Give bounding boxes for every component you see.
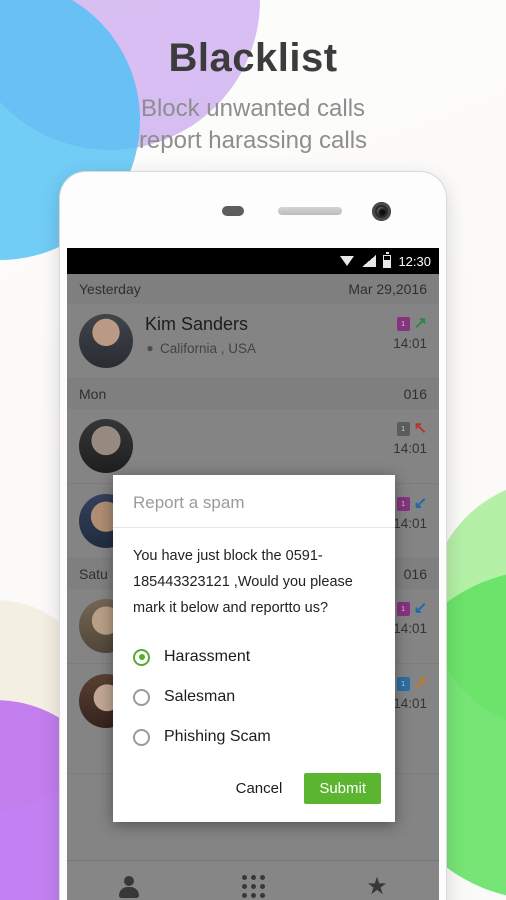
- promo-subtitle-line1: Block unwanted calls: [140, 95, 366, 122]
- proximity-sensor-icon: [222, 206, 244, 216]
- submit-button[interactable]: Submit: [304, 773, 381, 805]
- dialog-actions: Cancel Submit: [113, 763, 395, 822]
- phone-screen: 12:30 Yesterday Mar 29,2016 Kim Sanders …: [67, 248, 439, 900]
- radio-option-label: Phishing Scam: [164, 728, 271, 746]
- wifi-icon: [340, 255, 355, 267]
- cancel-button[interactable]: Cancel: [230, 774, 289, 803]
- promo-subtitle: Block unwanted calls report harassing ca…: [0, 93, 506, 157]
- page-title: Blacklist: [168, 36, 338, 80]
- promo-header: Blacklist Block unwanted calls report ha…: [0, 36, 506, 157]
- promo-subtitle-line2: report harassing calls: [138, 126, 368, 154]
- radio-option-phishing-scam[interactable]: Phishing Scam: [133, 717, 375, 757]
- radio-button-selected-icon[interactable]: [133, 648, 150, 666]
- spam-reason-radio-group[interactable]: Harassment Salesman Phishing Scam: [113, 625, 395, 763]
- status-bar: 12:30: [67, 248, 439, 274]
- radio-option-harassment[interactable]: Harassment: [133, 637, 375, 677]
- radio-option-label: Salesman: [164, 688, 236, 706]
- dialog-title: Report a spam: [113, 475, 395, 528]
- battery-icon: [383, 252, 392, 268]
- radio-option-salesman[interactable]: Salesman: [133, 677, 375, 717]
- radio-button-icon[interactable]: [133, 688, 150, 706]
- earpiece-speaker: [278, 207, 342, 215]
- report-spam-dialog: Report a spam You have just block the 05…: [113, 475, 395, 823]
- phone-mockup: 12:30 Yesterday Mar 29,2016 Kim Sanders …: [60, 172, 446, 900]
- radio-button-icon[interactable]: [133, 728, 150, 746]
- front-camera-icon: [372, 202, 391, 221]
- radio-option-label: Harassment: [164, 648, 251, 666]
- signal-icon: [362, 255, 377, 267]
- dialog-message: You have just block the 0591-18544332312…: [133, 548, 353, 616]
- phone-top-bezel: [60, 172, 446, 248]
- call-log-list[interactable]: Yesterday Mar 29,2016 Kim Sanders ● Cali…: [67, 274, 439, 900]
- status-bar-clock: 12:30: [398, 253, 431, 269]
